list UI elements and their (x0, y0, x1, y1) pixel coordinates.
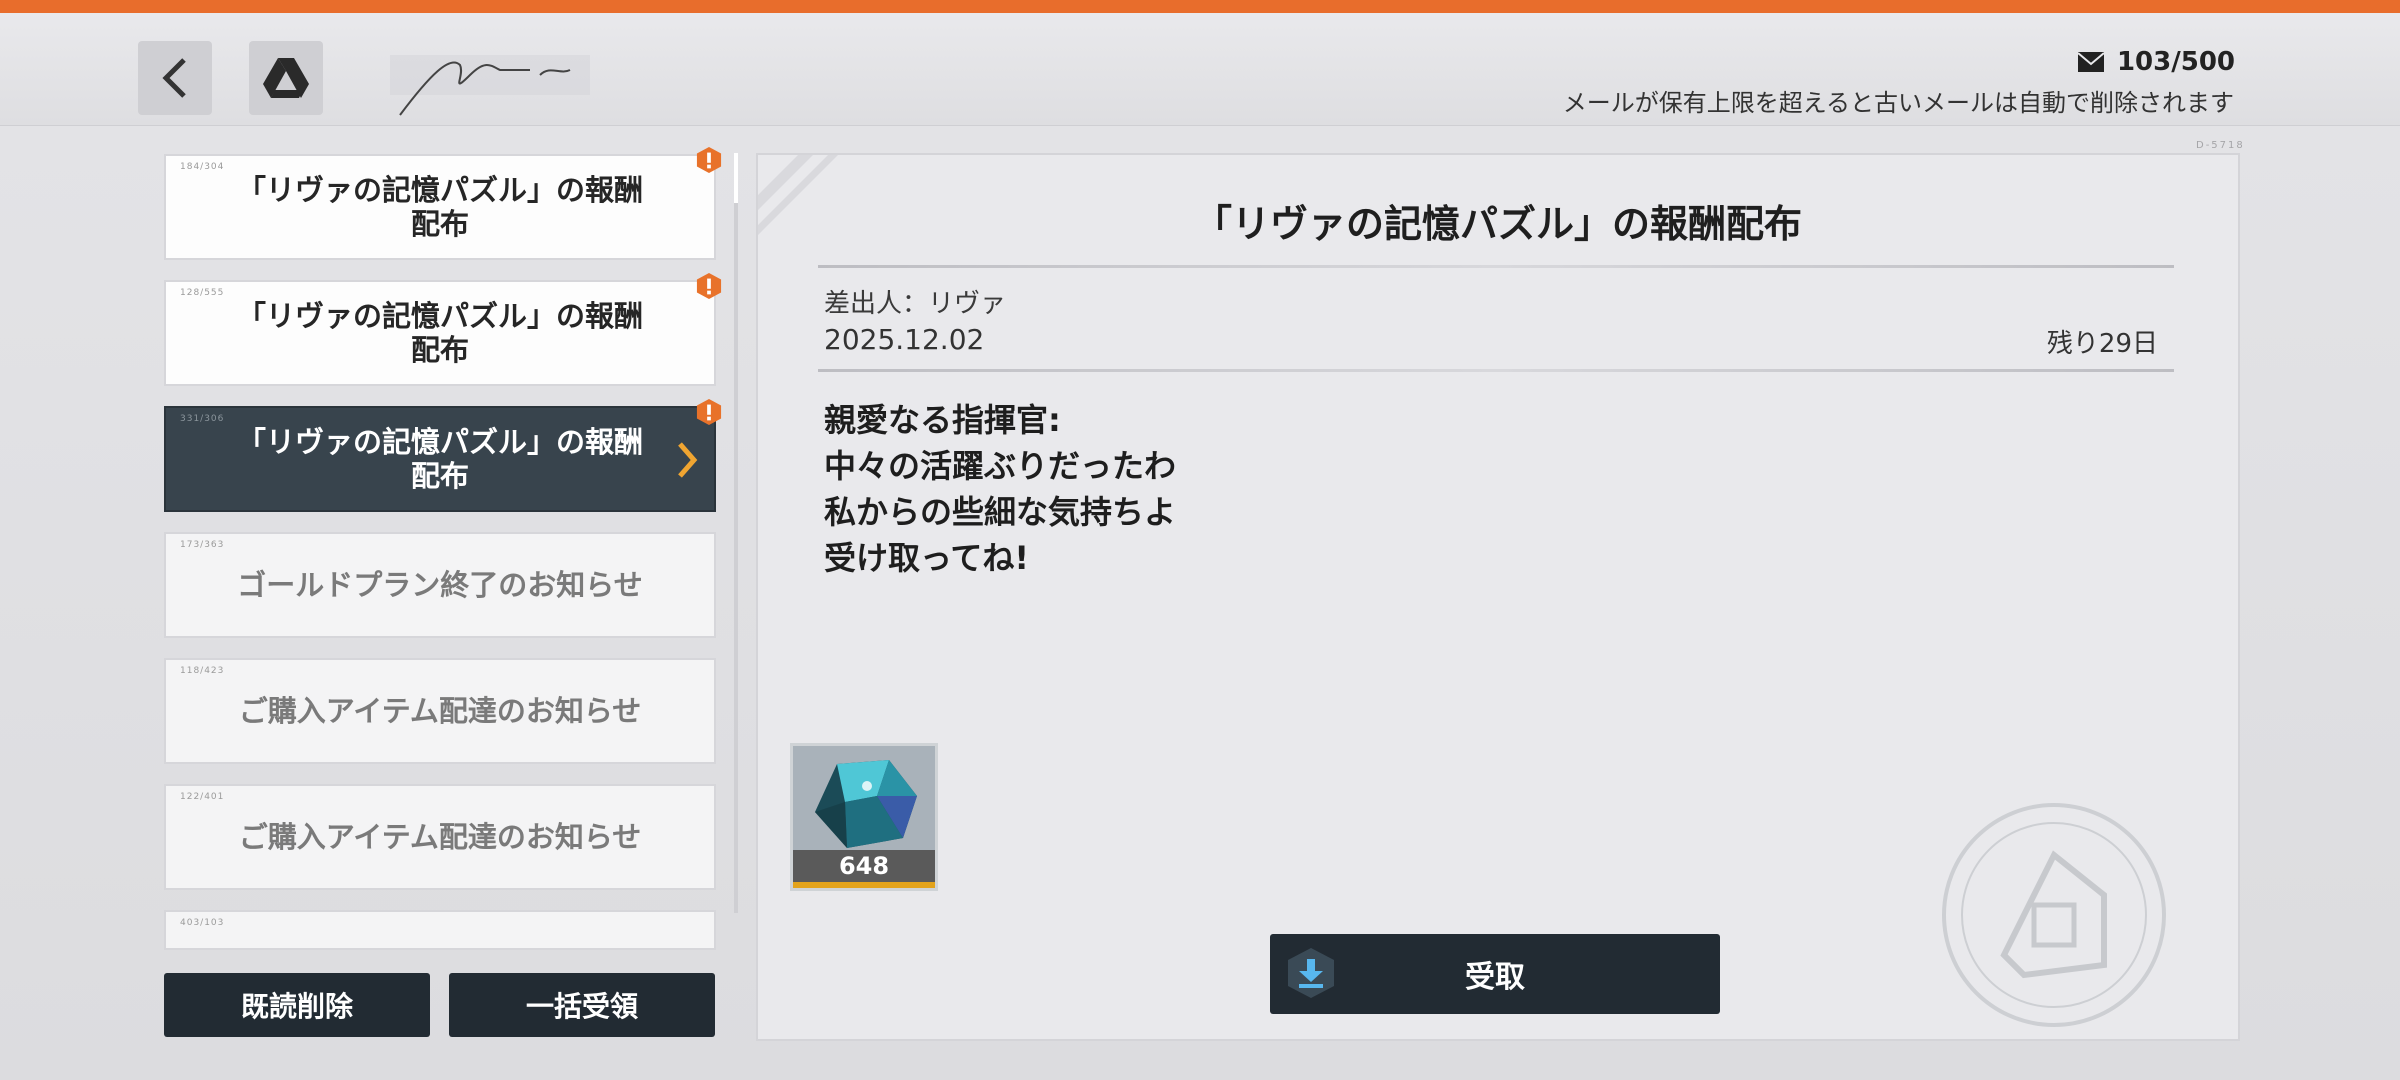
gem-icon (815, 760, 917, 848)
mail-item-1[interactable]: 184/304 「リヴァの記憶パズル」の報酬 配布 (164, 154, 716, 260)
mail-body-line: 受け取ってね! (824, 539, 1029, 577)
mail-item-2[interactable]: 128/555 「リヴァの記憶パズル」の報酬 配布 (164, 280, 716, 386)
mail-item-5[interactable]: 118/423 ご購入アイテム配達のお知らせ (164, 658, 716, 764)
mail-counter: 103/500 (2077, 47, 2235, 77)
mail-body-line: 私からの些細な気持ちよ (824, 493, 1177, 531)
mail-item-title: ゴールドプラン終了のお知らせ (237, 568, 643, 602)
mail-item-title: ご購入アイテム配達のお知らせ (238, 820, 642, 854)
signature-decoration (390, 55, 590, 116)
mail-item-7-partial[interactable]: 403/103 (164, 910, 716, 950)
mail-item-title: 「リヴァの記憶パズル」の報酬 配布 (236, 425, 643, 493)
mail-item-title: ご購入アイテム配達のお知らせ (238, 694, 642, 728)
drive-icon (263, 58, 309, 98)
divider (818, 265, 2174, 268)
mail-item-4[interactable]: 173/363 ゴールドプラン終了のお知らせ (164, 532, 716, 638)
mail-icon (2077, 52, 2105, 72)
item-serial: 331/306 (180, 414, 225, 424)
mail-title: 「リヴァの記憶パズル」の報酬配布 (1193, 202, 1802, 246)
chevron-right-icon (678, 442, 698, 478)
mail-item-title: 「リヴァの記憶パズル」の報酬 配布 (236, 299, 643, 367)
download-icon (1288, 948, 1334, 998)
mail-list-scrollbar[interactable] (734, 153, 738, 913)
stamp-watermark (1942, 803, 2166, 1027)
back-button[interactable] (138, 41, 212, 115)
mail-body-line: 親愛なる指揮官: (824, 401, 1061, 439)
mail-count-text: 103/500 (2116, 47, 2235, 77)
scrollbar-thumb[interactable] (734, 153, 738, 203)
item-serial: 173/363 (180, 540, 225, 550)
divider (818, 369, 2174, 372)
mail-detail-panel: 「リヴァの記憶パズル」の報酬配布 差出人：リヴァ 2025.12.02 残り29… (756, 153, 2240, 1041)
unread-alert-icon (696, 399, 722, 425)
item-serial: 118/423 (180, 666, 225, 676)
rarity-bar (793, 882, 935, 888)
mail-date: 2025.12.02 (824, 323, 985, 356)
mail-item-3[interactable]: 331/306 「リヴァの記憶パズル」の報酬 配布 (164, 406, 716, 512)
reward-quantity: 648 (793, 850, 935, 882)
claim-label: 受取 (1465, 960, 1525, 995)
mail-body: 親愛なる指揮官: 中々の活躍ぶりだったわ 私からの些細な気持ちよ 受け取ってね! (824, 397, 1176, 581)
unread-alert-icon (696, 147, 722, 173)
item-serial: 122/401 (180, 792, 225, 802)
sender-text: 差出人：リヴァ (824, 289, 1007, 319)
back-icon (162, 58, 186, 98)
reward-item[interactable]: 648 (790, 743, 938, 891)
mail-body-line: 中々の活躍ぶりだったわ (824, 447, 1177, 485)
drive-button[interactable] (249, 41, 323, 115)
unread-alert-icon (696, 273, 722, 299)
delete-read-button[interactable]: 既読削除 (164, 973, 430, 1037)
corner-code-decoration: D-5718 (2196, 140, 2245, 151)
mail-limit-note: メールが保有上限を超えると古いメールは自動で削除されます (1562, 89, 2234, 117)
header-bar: 103/500 メールが保有上限を超えると古いメールは自動で削除されます (0, 13, 2400, 126)
top-accent-bar (0, 0, 2400, 13)
item-serial: 184/304 (180, 162, 225, 172)
item-serial: 403/103 (180, 918, 225, 928)
claim-button[interactable]: 受取 (1270, 934, 1720, 1014)
item-serial: 128/555 (180, 288, 225, 298)
mail-list: 184/304 「リヴァの記憶パズル」の報酬 配布 128/555 「リヴァの記… (164, 150, 724, 950)
remaining-days: 残り29日 (2046, 329, 2158, 359)
mail-item-6[interactable]: 122/401 ご購入アイテム配達のお知らせ (164, 784, 716, 890)
mail-item-title: 「リヴァの記憶パズル」の報酬 配布 (236, 173, 643, 241)
claim-all-button[interactable]: 一括受領 (449, 973, 715, 1037)
